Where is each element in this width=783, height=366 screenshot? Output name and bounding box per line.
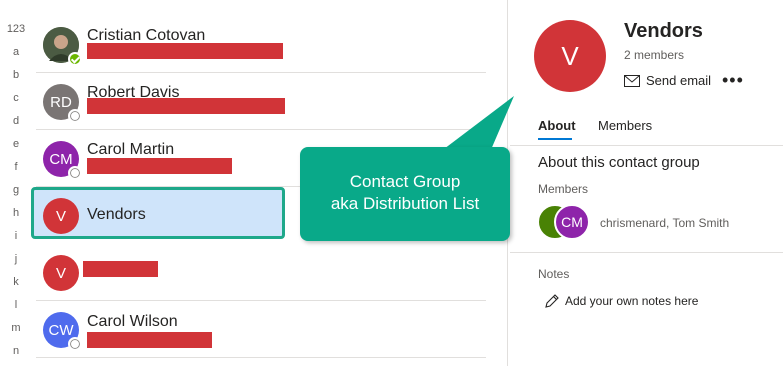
avatar: V (43, 198, 79, 234)
avatar: RD (43, 84, 82, 123)
group-title: Vendors (624, 20, 703, 42)
redacted-name (83, 261, 158, 277)
callout-line-2: aka Distribution List (330, 194, 480, 213)
redacted-email (87, 158, 232, 174)
tab-members[interactable]: Members (598, 118, 652, 133)
index-m[interactable]: m (0, 317, 32, 340)
alphabet-index: 123 a b c d e f g h i j k l m n (0, 18, 32, 363)
index-l[interactable]: l (0, 294, 32, 317)
contact-row[interactable]: CW Carol Wilson (36, 301, 486, 358)
group-avatar-initial: V (561, 40, 579, 71)
index-d[interactable]: d (0, 110, 32, 133)
contact-name: Carol Wilson (87, 313, 178, 330)
contact-name: Vendors (87, 206, 146, 223)
presence-available-icon (68, 52, 82, 66)
avatar-initials: CW (48, 321, 74, 339)
member-avatar-initials: CM (561, 214, 583, 230)
redacted-email (87, 43, 283, 59)
avatar (43, 27, 82, 66)
avatar-initials: V (55, 207, 66, 225)
redacted-email (87, 332, 212, 348)
index-k[interactable]: k (0, 271, 32, 294)
avatar-initials: CM (49, 150, 73, 168)
more-options-icon[interactable]: ••• (722, 70, 744, 91)
contact-row[interactable]: V (36, 244, 486, 301)
section-title: About this contact group (538, 154, 700, 171)
avatar: CM (43, 141, 82, 180)
annotation-callout: Contact Group aka Distribution List (300, 147, 510, 241)
presence-offline-icon (68, 109, 82, 123)
member-count: 2 members (624, 48, 685, 62)
group-avatar: V (534, 20, 606, 92)
notes-label: Notes (538, 267, 570, 281)
send-email-label: Send email (646, 73, 712, 88)
tab-divider (510, 145, 783, 146)
index-123[interactable]: 123 (0, 18, 32, 41)
avatar-initials: V (55, 264, 66, 282)
index-a[interactable]: a (0, 41, 32, 64)
add-notes-label: Add your own notes here (565, 294, 699, 308)
presence-offline-icon (68, 337, 82, 351)
avatar: CW (43, 312, 82, 351)
index-h[interactable]: h (0, 202, 32, 225)
index-f[interactable]: f (0, 156, 32, 179)
send-email-button[interactable]: Send email (624, 73, 711, 88)
active-tab-indicator (538, 138, 572, 140)
index-i[interactable]: i (0, 225, 32, 248)
presence-offline-icon (68, 166, 82, 180)
pencil-icon (545, 294, 559, 308)
redacted-email (87, 98, 285, 114)
index-n[interactable]: n (0, 340, 32, 363)
members-list: chrismenard, Tom Smith (600, 216, 730, 230)
mail-icon (624, 74, 640, 87)
index-g[interactable]: g (0, 179, 32, 202)
index-b[interactable]: b (0, 64, 32, 87)
avatar-initials: RD (50, 93, 72, 111)
index-e[interactable]: e (0, 133, 32, 156)
index-c[interactable]: c (0, 87, 32, 110)
callout-line-1: Contact Group (349, 172, 461, 191)
add-notes-button[interactable]: Add your own notes here (544, 293, 698, 309)
avatar: V (43, 255, 79, 291)
member-avatar[interactable]: CM (554, 204, 590, 240)
index-j[interactable]: j (0, 248, 32, 271)
members-label: Members (538, 182, 589, 196)
contact-row[interactable]: RD Robert Davis (36, 73, 486, 130)
contact-name: Carol Martin (87, 141, 175, 158)
contact-row[interactable]: Cristian Cotovan (36, 16, 486, 73)
tab-about[interactable]: About (538, 118, 576, 133)
section-divider (510, 252, 783, 253)
